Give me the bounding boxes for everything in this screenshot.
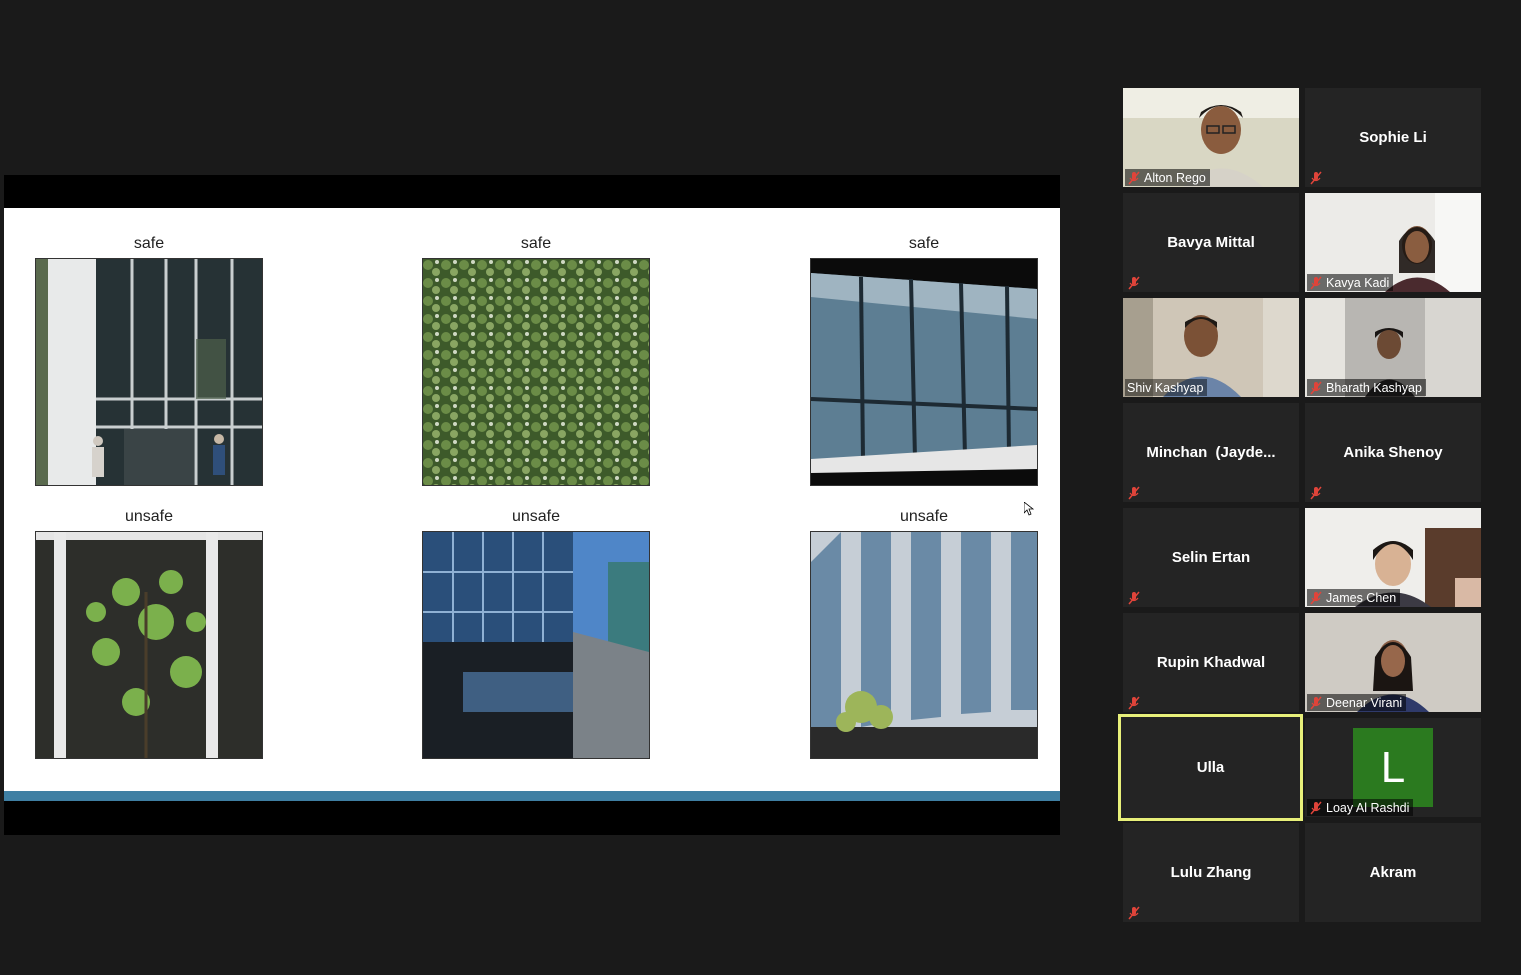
muted-mic-icon xyxy=(1310,801,1322,814)
avatar: L xyxy=(1353,728,1433,807)
participant-tile[interactable]: Alton Rego xyxy=(1123,88,1299,187)
participant-name: Ulla xyxy=(1196,759,1225,776)
participant-tile[interactable]: Sophie Li xyxy=(1305,88,1481,187)
muted-mic-icon xyxy=(1128,171,1140,184)
participant-name: Kavya Kadi xyxy=(1326,275,1390,290)
participant-status xyxy=(1125,694,1145,711)
slide-footer-bar xyxy=(4,791,1060,801)
participant-tile[interactable]: Kavya Kadi xyxy=(1305,193,1481,292)
participant-tile[interactable]: Shiv Kashyap xyxy=(1123,298,1299,397)
muted-mic-icon xyxy=(1128,486,1140,499)
participant-name: Loay Al Rashdi xyxy=(1326,800,1410,815)
participant-tile[interactable]: Deenar Virani xyxy=(1305,613,1481,712)
muted-mic-icon xyxy=(1310,486,1322,499)
green-wall-image xyxy=(422,258,650,486)
participant-name: James Chen xyxy=(1326,590,1397,605)
participant-tile[interactable]: Rupin Khadwal xyxy=(1123,613,1299,712)
participant-name: Selin Ertan xyxy=(1171,549,1251,566)
image-label: unsafe xyxy=(899,508,949,525)
image-label: safe xyxy=(520,235,552,252)
building-glass-facade-image xyxy=(35,258,263,486)
modern-building-image xyxy=(422,531,650,759)
image-label: unsafe xyxy=(124,508,174,525)
participant-name: Minchan (Jayde... xyxy=(1146,444,1276,461)
participant-tile[interactable]: Akram xyxy=(1305,823,1481,922)
participant-name: Anika Shenoy xyxy=(1343,444,1443,461)
muted-mic-icon xyxy=(1310,276,1322,289)
participant-name: Sophie Li xyxy=(1359,129,1427,146)
muted-mic-icon xyxy=(1128,906,1140,919)
participant-tile[interactable]: James Chen xyxy=(1305,508,1481,607)
image-label: safe xyxy=(908,235,940,252)
participant-status xyxy=(1307,169,1327,186)
participant-status xyxy=(1307,484,1327,501)
participant-name: Rupin Khadwal xyxy=(1156,654,1266,671)
participant-name: Akram xyxy=(1369,864,1417,881)
glass-tower-image xyxy=(810,531,1038,759)
participant-name: Lulu Zhang xyxy=(1170,864,1252,881)
participant-name: Shiv Kashyap xyxy=(1127,380,1204,395)
participant-name: Alton Rego xyxy=(1144,170,1206,185)
participant-status xyxy=(1125,274,1145,291)
muted-mic-icon xyxy=(1128,696,1140,709)
muted-mic-icon xyxy=(1310,696,1322,709)
participant-tile[interactable]: L Loay Al Rashdi xyxy=(1305,718,1481,817)
participant-tile[interactable]: Anika Shenoy xyxy=(1305,403,1481,502)
muted-mic-icon xyxy=(1128,276,1140,289)
participant-tile[interactable]: Bavya Mittal xyxy=(1123,193,1299,292)
participant-name-tag: Alton Rego xyxy=(1125,169,1210,186)
participant-name-tag: Loay Al Rashdi xyxy=(1307,799,1414,816)
muted-mic-icon xyxy=(1310,591,1322,604)
tree-behind-glass-image xyxy=(35,531,263,759)
presentation-slide: safe safe safe unsafe unsafe unsafe xyxy=(4,208,1060,801)
image-label: unsafe xyxy=(511,508,561,525)
image-label: safe xyxy=(133,235,165,252)
participant-name: Deenar Virani xyxy=(1326,695,1403,710)
shared-screen[interactable]: safe safe safe unsafe unsafe unsafe xyxy=(4,175,1060,835)
participant-name-tag: Bharath Kashyap xyxy=(1307,379,1426,396)
participant-status xyxy=(1125,904,1145,921)
participant-name-tag: Kavya Kadi xyxy=(1307,274,1394,291)
participant-name-tag: James Chen xyxy=(1307,589,1401,606)
participant-tile[interactable]: Lulu Zhang xyxy=(1123,823,1299,922)
participant-name-tag: Shiv Kashyap xyxy=(1125,379,1208,396)
participant-status xyxy=(1125,484,1145,501)
participant-tile[interactable]: Minchan (Jayde... xyxy=(1123,403,1299,502)
muted-mic-icon xyxy=(1310,381,1322,394)
muted-mic-icon xyxy=(1310,171,1322,184)
participant-status xyxy=(1125,589,1145,606)
participant-tile[interactable]: Bharath Kashyap xyxy=(1305,298,1481,397)
glass-window-image xyxy=(810,258,1038,486)
participant-name: Bavya Mittal xyxy=(1167,234,1255,251)
participant-name: Bharath Kashyap xyxy=(1326,380,1422,395)
participant-tile-active-speaker[interactable]: Ulla xyxy=(1118,714,1303,821)
participant-tile[interactable]: Selin Ertan xyxy=(1123,508,1299,607)
mouse-cursor-icon xyxy=(1024,502,1034,516)
muted-mic-icon xyxy=(1128,591,1140,604)
participant-name-tag: Deenar Virani xyxy=(1307,694,1407,711)
